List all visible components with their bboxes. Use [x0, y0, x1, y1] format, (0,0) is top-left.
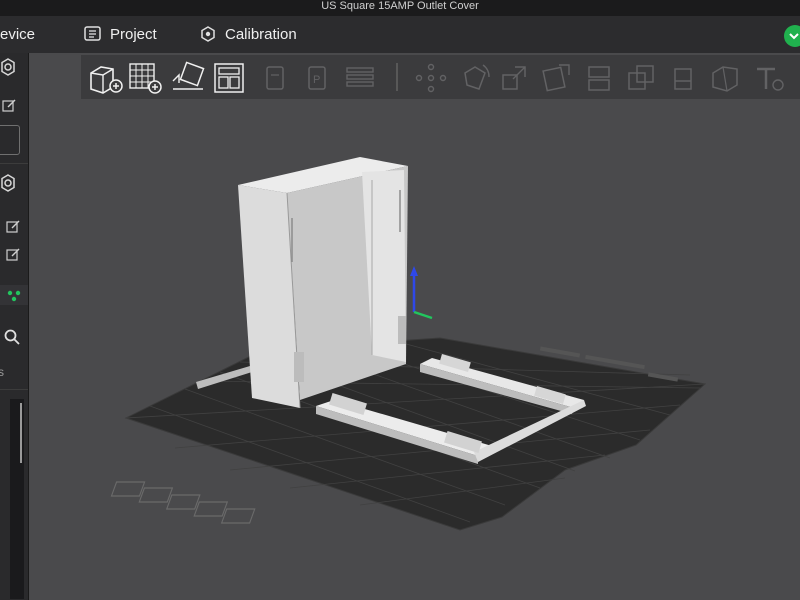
- close-plate-icon[interactable]: [220, 508, 256, 524]
- chevron-down-icon: [789, 33, 799, 40]
- menu-calibration-label: Calibration: [225, 26, 297, 43]
- move-icon: [415, 63, 447, 93]
- edit-icon[interactable]: [6, 220, 20, 234]
- window-title: US Square 15AMP Outlet Cover: [321, 0, 479, 12]
- toolbar-separator: [396, 63, 398, 91]
- left-sidebar: s: [0, 53, 29, 600]
- edit-icon[interactable]: [2, 99, 16, 113]
- auto-orient-icon[interactable]: [169, 61, 207, 95]
- rotate-icon: [464, 64, 490, 90]
- main-toolbar: P: [81, 55, 800, 99]
- calibration-icon: [201, 26, 215, 42]
- upright-model[interactable]: [238, 157, 408, 409]
- sidebar-divider: [0, 163, 28, 164]
- menu-project[interactable]: Project: [84, 16, 157, 53]
- measure-icon: [712, 66, 738, 92]
- paste-icon: P: [308, 66, 326, 90]
- menu-device-label: evice: [0, 26, 36, 43]
- y-axis: [413, 310, 433, 320]
- z-axis-arrow: [410, 266, 418, 276]
- arrange-icon[interactable]: [211, 61, 247, 95]
- slice-icon[interactable]: [138, 487, 174, 503]
- seam-icon: [674, 68, 692, 90]
- search-icon[interactable]: [4, 329, 20, 345]
- gear-icon[interactable]: [0, 173, 18, 193]
- view-icon[interactable]: [110, 481, 146, 497]
- menu-calibration[interactable]: Calibration: [200, 16, 297, 53]
- preset-box[interactable]: [0, 125, 20, 155]
- support-icon: [628, 65, 654, 90]
- objects-icon[interactable]: [6, 289, 22, 303]
- layers-icon: [346, 67, 374, 87]
- text-icon: [757, 67, 784, 91]
- project-icon: [84, 26, 101, 41]
- layout-icon[interactable]: [165, 494, 201, 510]
- plate-controls: [110, 481, 256, 524]
- svg-text:P: P: [313, 74, 320, 86]
- gear-icon[interactable]: [0, 57, 18, 77]
- menu-project-label: Project: [110, 26, 157, 43]
- add-plate-icon[interactable]: [127, 61, 163, 95]
- split-icon: [542, 64, 570, 92]
- sidebar-section-label: s: [0, 365, 4, 379]
- add-object-icon[interactable]: [85, 61, 125, 95]
- window-title-bar: US Square 15AMP Outlet Cover: [0, 0, 800, 16]
- sidebar-divider: [0, 389, 28, 390]
- 3d-viewport[interactable]: [29, 99, 800, 600]
- menu-bar: evice Project Calibration: [0, 16, 800, 53]
- scale-icon: [502, 66, 526, 90]
- settings-icon[interactable]: [193, 501, 229, 517]
- status-indicator[interactable]: [784, 25, 800, 47]
- list-scrollbar[interactable]: [20, 403, 22, 463]
- menu-device[interactable]: evice: [0, 16, 35, 53]
- edit-icon[interactable]: [6, 248, 20, 262]
- copy-icon: [266, 66, 284, 90]
- cut-icon: [588, 66, 610, 91]
